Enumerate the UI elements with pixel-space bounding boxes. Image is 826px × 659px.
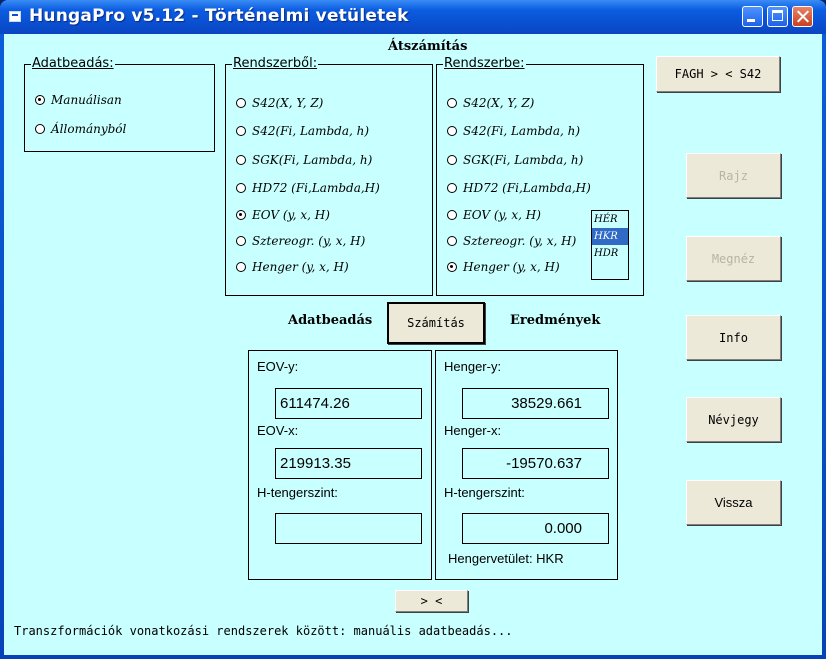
radio-label: Henger (y, x, H) [463, 260, 560, 274]
source-radio-hd72[interactable]: HD72 (Fi,Lambda,H) [236, 180, 380, 196]
source-radio-stereographic[interactable]: Sztereogr. (y, x, H) [236, 233, 365, 249]
eov-x-input[interactable]: 219913.35 [275, 448, 422, 479]
data-entry-group: Adatbeadás: Manuálisan Állományból [24, 56, 215, 152]
target-radio-s42-geo[interactable]: S42(Fi, Lambda, h) [447, 123, 580, 139]
section-heading: Átszámítás [388, 39, 468, 54]
radio-label: Manuálisan [51, 93, 122, 107]
radio-label: EOV (y, x, H) [252, 208, 330, 222]
radio-label: S42(Fi, Lambda, h) [463, 124, 581, 138]
swap-fields-button[interactable]: > < [395, 590, 468, 612]
target-radio-hd72[interactable]: HD72 (Fi,Lambda,H) [447, 180, 591, 196]
draw-button[interactable]: Rajz [686, 153, 781, 198]
cylinder-x-output: -19570.637 [462, 448, 609, 479]
title-bar[interactable]: HungaPro v5.12 - Történelmi vetületek [0, 0, 826, 34]
target-radio-stereographic[interactable]: Sztereogr. (y, x, H) [447, 233, 576, 249]
radio-indicator [447, 236, 457, 246]
maximize-button[interactable] [767, 6, 788, 27]
target-radio-sgk[interactable]: SGK(Fi, Lambda, h) [447, 152, 583, 168]
about-button[interactable]: Névjegy [686, 397, 781, 442]
results-panel: Henger-y: 38529.661 Henger-x: -19570.637… [435, 350, 618, 580]
fagh-s42-button[interactable]: FAGH > < S42 [656, 56, 780, 92]
results-heading: Eredmények [510, 313, 601, 328]
status-text: Transzformációk vonatkozási rendszerek k… [14, 624, 513, 638]
input-panel: EOV-y: 611474.26 EOV-x: 219913.35 H-teng… [248, 350, 432, 580]
radio-label: EOV (y, x, H) [463, 208, 541, 222]
list-item[interactable]: HÉR [592, 211, 628, 228]
minimize-button[interactable] [742, 6, 763, 27]
application-window: HungaPro v5.12 - Történelmi vetületek Át… [0, 0, 826, 659]
radio-label: HD72 (Fi,Lambda,H) [252, 181, 380, 195]
target-radio-cylinder[interactable]: Henger (y, x, H) [447, 259, 560, 275]
output-x-label: Henger-x: [444, 423, 502, 438]
source-radio-s42-geo[interactable]: S42(Fi, Lambda, h) [236, 123, 369, 139]
radio-label: HD72 (Fi,Lambda,H) [463, 181, 591, 195]
radio-label: SGK(Fi, Lambda, h) [463, 153, 584, 167]
radio-indicator [236, 183, 246, 193]
radio-label: Sztereogr. (y, x, H) [463, 234, 577, 248]
radio-indicator [447, 262, 457, 272]
target-radio-eov[interactable]: EOV (y, x, H) [447, 207, 541, 223]
radio-label: Állományból [51, 122, 127, 136]
radio-indicator [447, 210, 457, 220]
input-y-label: EOV-y: [257, 359, 299, 374]
radio-indicator [236, 98, 246, 108]
window-title: HungaPro v5.12 - Történelmi vetületek [29, 6, 409, 26]
back-button[interactable]: Vissza [686, 480, 781, 525]
app-icon[interactable] [9, 11, 21, 22]
radio-indicator [236, 236, 246, 246]
output-y-label: Henger-y: [444, 359, 502, 374]
radio-label: Henger (y, x, H) [252, 260, 349, 274]
source-system-legend: Rendszerből: [232, 56, 319, 72]
target-radio-s42-xyz[interactable]: S42(X, Y, Z) [447, 95, 534, 111]
radio-indicator [35, 124, 45, 134]
radio-indicator [236, 126, 246, 136]
view-button[interactable]: Megnéz [686, 236, 781, 281]
source-radio-cylinder[interactable]: Henger (y, x, H) [236, 259, 349, 275]
source-radio-eov[interactable]: EOV (y, x, H) [236, 207, 330, 223]
radio-label: S42(X, Y, Z) [252, 96, 324, 110]
target-system-legend: Rendszerbe: [443, 56, 526, 72]
source-radio-s42-xyz[interactable]: S42(X, Y, Z) [236, 95, 323, 111]
calculate-button[interactable]: Számítás [387, 302, 485, 344]
h-sea-level-output: 0.000 [462, 513, 609, 544]
radio-indicator [236, 155, 246, 165]
source-radio-sgk[interactable]: SGK(Fi, Lambda, h) [236, 152, 372, 168]
input-x-label: EOV-x: [257, 423, 299, 438]
radio-indicator [447, 126, 457, 136]
input-h-label: H-tengerszint: [257, 485, 338, 500]
radio-from-file[interactable]: Állományból [35, 121, 126, 137]
h-sea-level-input[interactable] [275, 513, 422, 544]
output-h-label: H-tengerszint: [444, 485, 525, 500]
radio-label: SGK(Fi, Lambda, h) [252, 153, 373, 167]
radio-indicator [236, 210, 246, 220]
eov-y-input[interactable]: 611474.26 [275, 388, 422, 419]
close-button[interactable] [792, 6, 813, 27]
source-system-group: Rendszerből: S42(X, Y, Z) S42(Fi, Lambda… [225, 56, 433, 296]
input-heading: Adatbeadás [288, 313, 373, 328]
list-item[interactable]: HDR [592, 245, 628, 262]
list-item[interactable]: HKR [592, 228, 628, 245]
radio-indicator [447, 183, 457, 193]
radio-label: Sztereogr. (y, x, H) [252, 234, 366, 248]
data-entry-legend: Adatbeadás: [31, 56, 115, 72]
radio-manual[interactable]: Manuálisan [35, 92, 122, 108]
radio-label: S42(Fi, Lambda, h) [252, 124, 370, 138]
client-area: Átszámítás Adatbeadás: Manuálisan Állomá… [4, 34, 822, 655]
cylinder-projection-label: Hengervetület: HKR [448, 551, 564, 566]
radio-indicator [35, 95, 45, 105]
radio-indicator [447, 98, 457, 108]
radio-label: S42(X, Y, Z) [463, 96, 535, 110]
cylinder-y-output: 38529.661 [462, 388, 609, 419]
cylinder-projection-list[interactable]: HÉR HKR HDR [591, 210, 629, 280]
radio-indicator [236, 262, 246, 272]
radio-indicator [447, 155, 457, 165]
info-button[interactable]: Info [686, 315, 781, 360]
